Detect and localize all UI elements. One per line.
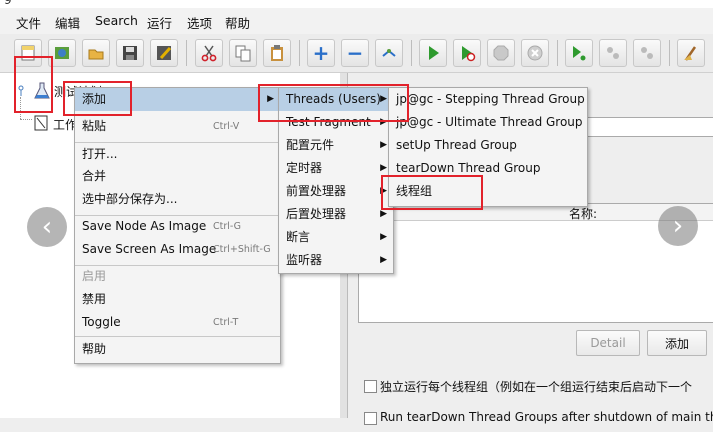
menu-item-save-selection[interactable]: 选中部分保存为... [75,188,280,211]
paste-icon[interactable] [263,39,291,67]
submenu-item-preprocessor[interactable]: 前置处理器 ▶ [279,180,393,203]
nav-prev-icon[interactable]: ‹ [27,207,67,247]
menu-item-label: 监听器 [286,253,323,267]
menu-item-label: 打开... [82,147,118,161]
menu-item-label: Toggle [82,315,121,329]
menu-search[interactable]: Search [95,13,138,28]
run-groups-consecutively-label: 独立运行每个线程组（例如在一个组运行结束后启动下一个 [380,380,693,394]
remote-shutdown-icon[interactable] [633,39,661,67]
menu-file[interactable]: 文件 [16,13,41,32]
annotation-box-threads [258,84,409,122]
cut-icon[interactable] [195,39,223,67]
detail-button[interactable]: Detail [576,330,640,356]
menu-item-label: 启用 [82,269,107,283]
annotation-box-thread-group [381,175,483,210]
tree-connector [20,119,32,121]
submenu-item-timer[interactable]: 定时器 ▶ [279,157,393,180]
menu-item-help[interactable]: 帮助 [75,338,280,361]
save-as-icon[interactable] [150,39,178,67]
window-title: 9 [4,0,12,7]
menu-options[interactable]: 选项 [187,13,212,32]
menu-item-label: 禁用 [82,292,107,306]
menu-item-paste[interactable]: 粘贴 Ctrl-V [75,115,280,138]
menu-item-shortcut: Ctrl-T [213,317,239,328]
remote-stop-icon[interactable] [599,39,627,67]
submenu-item-postprocessor[interactable]: 后置处理器 ▶ [279,203,393,226]
copy-icon[interactable] [229,39,257,67]
menu-item-enable[interactable]: 启用 [75,265,280,288]
save-icon[interactable] [116,39,144,67]
collapse-icon[interactable]: − [341,39,369,67]
annotation-box-tree-root [14,56,53,113]
toolbar-separator [299,40,300,66]
menu-item-label: jp@gc - Stepping Thread Group [396,92,585,106]
submenu-arrow-icon: ▶ [380,140,387,150]
toggle-icon[interactable] [375,39,403,67]
menu-item-shortcut: Ctrl+Shift-G [213,244,271,255]
menu-item-toggle[interactable]: Toggle Ctrl-T [75,311,280,334]
context-menu: 添加 ▶ 粘贴 Ctrl-V 打开... 合并 选中部分保存为... Save … [74,87,281,364]
toolbar-separator [411,40,412,66]
remote-start-icon[interactable] [565,39,593,67]
expand-icon[interactable]: + [307,39,335,67]
menu-item-label: Save Screen As Image [82,242,217,256]
workbench-icon [34,115,48,131]
menu-run[interactable]: 运行 [147,13,172,32]
submenu-arrow-icon: ▶ [380,232,387,242]
menubar: 文件 编辑 Search 运行 选项 帮助 [0,8,713,34]
submenu-item-setup-thread-group[interactable]: setUp Thread Group [389,134,587,157]
toolbar: + − [0,34,713,73]
toolbar-separator [186,40,187,66]
menu-item-label: jp@gc - Ultimate Thread Group [396,115,583,129]
name-column-label: 名称: [569,207,598,221]
annotation-box-add [63,81,132,116]
menu-item-label: 定时器 [286,161,323,175]
menu-edit[interactable]: 编辑 [55,13,80,32]
nav-next-icon[interactable]: › [658,206,698,246]
submenu-item-ultimate-thread-group[interactable]: jp@gc - Ultimate Thread Group [389,111,587,134]
shutdown-icon[interactable] [521,39,549,67]
menu-item-label: 选中部分保存为... [82,192,178,206]
menu-help[interactable]: 帮助 [225,13,250,32]
submenu-arrow-icon: ▶ [380,255,387,265]
submenu-item-listener[interactable]: 监听器 ▶ [279,249,393,272]
teardown-after-shutdown-checkbox[interactable] [364,412,377,425]
start-icon[interactable] [419,39,447,67]
menu-item-label: 合并 [82,169,107,183]
menu-item-label: 帮助 [82,342,107,356]
toolbar-separator [557,40,558,66]
clear-icon[interactable] [677,39,705,67]
open-icon[interactable] [82,39,110,67]
submenu-item-assertion[interactable]: 断言 ▶ [279,226,393,249]
run-groups-consecutively-checkbox[interactable] [364,380,377,393]
menu-item-label: 前置处理器 [286,184,347,198]
add-row-button[interactable]: 添加 [647,330,707,356]
menu-item-label: 配置元件 [286,138,335,152]
submenu-item-config[interactable]: 配置元件 ▶ [279,134,393,157]
menu-item-label: 后置处理器 [286,207,347,221]
submenu-item-stepping-thread-group[interactable]: jp@gc - Stepping Thread Group [389,88,587,111]
menu-item-label: Save Node As Image [82,219,207,233]
menu-item-save-node-image[interactable]: Save Node As Image Ctrl-G [75,215,280,238]
menu-item-merge[interactable]: 合并 [75,165,280,188]
menu-item-disable[interactable]: 禁用 [75,288,280,311]
menu-item-shortcut: Ctrl-V [213,121,240,132]
menu-item-save-screen-image[interactable]: Save Screen As Image Ctrl+Shift-G [75,238,280,261]
start-no-pause-icon[interactable] [453,39,481,67]
stop-icon[interactable] [487,39,515,67]
menu-item-open[interactable]: 打开... [75,143,280,166]
window-titlebar: 9 [0,0,713,8]
menu-separator [75,336,280,337]
menu-item-label: 粘贴 [82,119,107,133]
menu-item-label: setUp Thread Group [396,138,517,152]
teardown-after-shutdown-label: Run tearDown Thread Groups after shutdow… [380,410,713,424]
menu-item-label: 断言 [286,230,311,244]
toolbar-separator [669,40,670,66]
menu-item-shortcut: Ctrl-G [213,221,242,232]
